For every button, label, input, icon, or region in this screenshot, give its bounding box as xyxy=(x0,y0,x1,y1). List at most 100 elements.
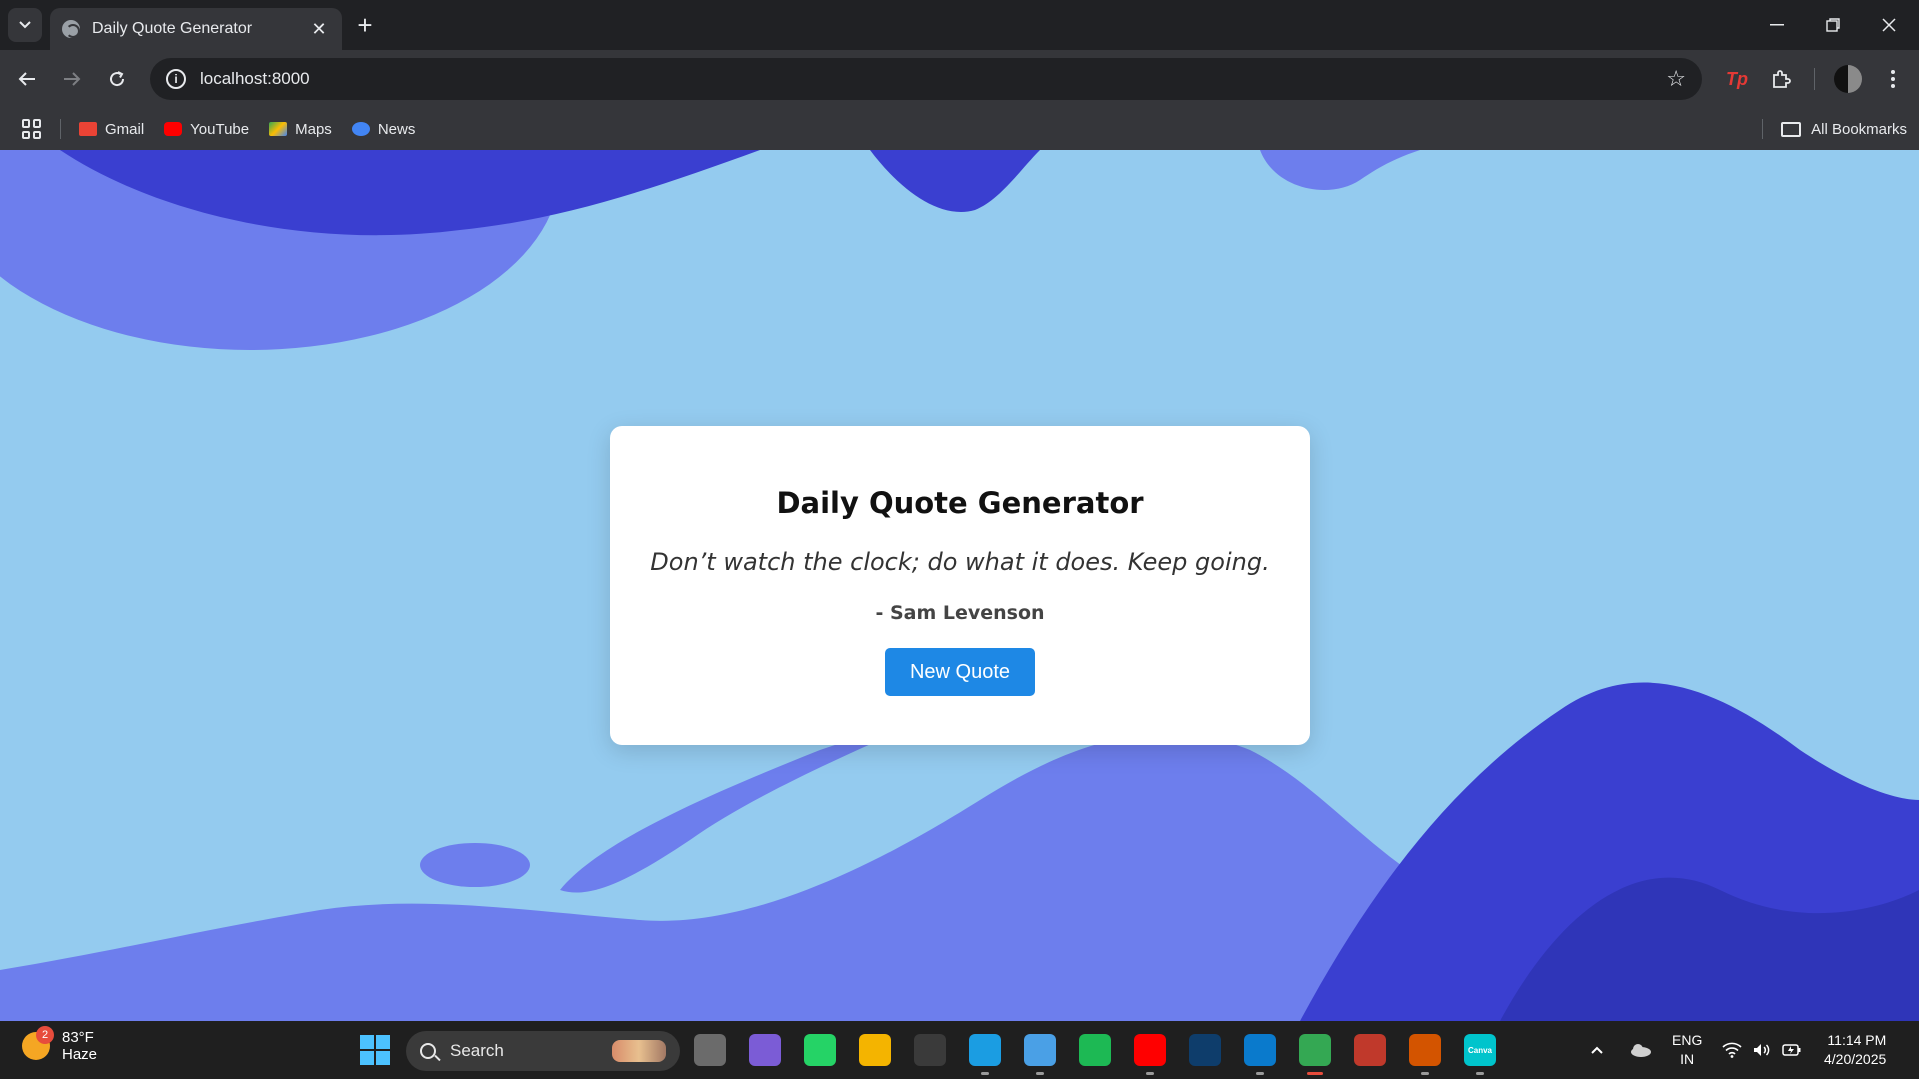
windows-taskbar: 2 83°F Haze Search Canva ENG IN 11:14 PM xyxy=(0,1021,1919,1079)
new-tab-button[interactable]: + xyxy=(350,10,380,40)
language-top: ENG xyxy=(1672,1032,1703,1048)
bookmark-label: Gmail xyxy=(105,120,145,138)
reload-icon xyxy=(110,71,125,87)
clock-date: 4/20/2025 xyxy=(1824,1051,1887,1067)
task-view-icon[interactable] xyxy=(694,1034,726,1066)
git-tool-2-icon[interactable] xyxy=(1409,1034,1441,1075)
close-window-button[interactable] xyxy=(1861,0,1917,50)
minimize-button[interactable] xyxy=(1749,0,1805,50)
folder-icon xyxy=(1781,121,1802,137)
address-bar[interactable]: i localhost:8000 ☆ xyxy=(150,58,1702,100)
start-button[interactable] xyxy=(360,1035,390,1065)
tab-search-button[interactable] xyxy=(8,8,42,42)
running-indicator xyxy=(1036,1072,1044,1075)
all-bookmarks-label: All Bookmarks xyxy=(1811,120,1907,138)
language-bottom: IN xyxy=(1680,1051,1695,1067)
search-label: Search xyxy=(450,1041,504,1060)
bookmark-label: News xyxy=(377,120,416,138)
battery-charging-icon xyxy=(1782,1044,1801,1056)
gmail-icon xyxy=(79,122,97,136)
active-tab[interactable]: Daily Quote Generator ✕ xyxy=(50,8,342,50)
running-indicator xyxy=(1256,1072,1264,1075)
back-button[interactable] xyxy=(10,62,44,96)
spotify-icon[interactable] xyxy=(1079,1034,1111,1066)
show-hidden-icons[interactable] xyxy=(1590,1021,1604,1079)
bookmark-label: Maps xyxy=(295,120,332,138)
canva-glyph: Canva xyxy=(1467,1045,1492,1055)
profile-button[interactable] xyxy=(1831,62,1865,96)
site-info-icon[interactable]: i xyxy=(166,69,186,89)
bookmark-youtube[interactable]: YouTube xyxy=(164,121,249,138)
kebab-menu-icon xyxy=(1891,70,1895,88)
close-tab-icon[interactable]: ✕ xyxy=(308,18,330,40)
bookmark-star-icon[interactable]: ☆ xyxy=(1666,66,1686,92)
volume-tray[interactable] xyxy=(1752,1021,1772,1079)
news-icon xyxy=(351,122,370,136)
haze-sun-icon: 2 xyxy=(22,1026,54,1060)
forward-button[interactable] xyxy=(55,62,89,96)
search-icon xyxy=(420,1043,436,1059)
new-quote-button[interactable]: New Quote xyxy=(885,648,1035,696)
battery-tray[interactable] xyxy=(1782,1021,1802,1079)
quote-card: Daily Quote Generator Don’t watch the cl… xyxy=(610,426,1310,745)
minimize-icon xyxy=(1770,24,1784,26)
vscode-icon[interactable] xyxy=(1244,1034,1276,1075)
file-explorer-icon[interactable] xyxy=(859,1034,891,1066)
tab-strip: Daily Quote Generator ✕ + xyxy=(0,0,1919,50)
bookmark-maps[interactable]: Maps xyxy=(269,121,332,138)
disney-plus-icon[interactable] xyxy=(1189,1034,1221,1066)
youtube-icon xyxy=(164,122,183,136)
bookmark-news[interactable]: News xyxy=(351,120,416,138)
running-indicator xyxy=(1421,1072,1429,1075)
apps-grid-icon[interactable] xyxy=(22,119,42,139)
git-tool-1-icon[interactable] xyxy=(1354,1034,1386,1066)
taskbar-search[interactable]: Search xyxy=(406,1031,680,1071)
arrow-left-icon xyxy=(18,72,35,86)
edge-icon[interactable] xyxy=(969,1034,1001,1075)
running-indicator xyxy=(1476,1072,1484,1075)
weather-condition: Haze xyxy=(62,1046,98,1063)
running-indicator xyxy=(981,1072,989,1075)
reload-button[interactable] xyxy=(100,62,134,96)
copilot-icon[interactable] xyxy=(749,1034,781,1066)
whatsapp-icon[interactable] xyxy=(804,1034,836,1066)
clock[interactable]: 11:14 PM 4/20/2025 xyxy=(1824,1021,1886,1079)
canva-icon[interactable]: Canva xyxy=(1464,1034,1496,1075)
onedrive-tray[interactable] xyxy=(1630,1021,1652,1079)
temperature: 83°F xyxy=(62,1029,94,1046)
bookmarks-divider xyxy=(60,119,61,139)
restore-icon xyxy=(1826,18,1840,32)
bookmark-label: YouTube xyxy=(190,120,250,138)
extension-tp[interactable]: Tp xyxy=(1720,62,1754,96)
notepad-icon[interactable] xyxy=(1024,1034,1056,1075)
toolbar-divider xyxy=(1813,68,1815,90)
extensions-button[interactable] xyxy=(1764,62,1798,96)
chrome-menu-button[interactable] xyxy=(1876,62,1910,96)
arrow-right-icon xyxy=(64,72,81,86)
close-icon xyxy=(1882,18,1896,32)
bookmarks-bar: Gmail YouTube Maps News All Bookmarks xyxy=(0,108,1919,150)
microsoft-store-icon[interactable] xyxy=(914,1034,946,1066)
bookmarks-divider xyxy=(1762,119,1764,139)
url-text[interactable]: localhost:8000 xyxy=(200,69,1666,89)
running-indicator xyxy=(1146,1072,1154,1075)
weather-widget[interactable]: 2 83°F Haze xyxy=(22,1026,98,1063)
search-highlight-image xyxy=(612,1040,666,1062)
wifi-tray[interactable] xyxy=(1722,1021,1742,1079)
restore-button[interactable] xyxy=(1805,0,1861,50)
maps-icon xyxy=(269,122,288,136)
chrome-icon[interactable] xyxy=(1291,1027,1339,1075)
bookmark-gmail[interactable]: Gmail xyxy=(79,121,144,138)
avatar xyxy=(1834,65,1862,93)
page-title: Daily Quote Generator xyxy=(776,486,1144,520)
chevron-up-icon xyxy=(1591,1046,1603,1054)
youtube-icon[interactable] xyxy=(1134,1034,1166,1075)
page-viewport: Daily Quote Generator Don’t watch the cl… xyxy=(0,150,1919,1021)
quote-author: - Sam Levenson xyxy=(875,602,1045,624)
running-indicator xyxy=(1307,1072,1323,1075)
quote-text: Don’t watch the clock; do what it does. … xyxy=(650,548,1270,576)
language-indicator[interactable]: ENG IN xyxy=(1672,1021,1702,1079)
all-bookmarks-button[interactable]: All Bookmarks xyxy=(1762,108,1907,150)
puzzle-icon xyxy=(1773,70,1791,88)
browser-toolbar: i localhost:8000 ☆ Tp xyxy=(0,50,1919,108)
